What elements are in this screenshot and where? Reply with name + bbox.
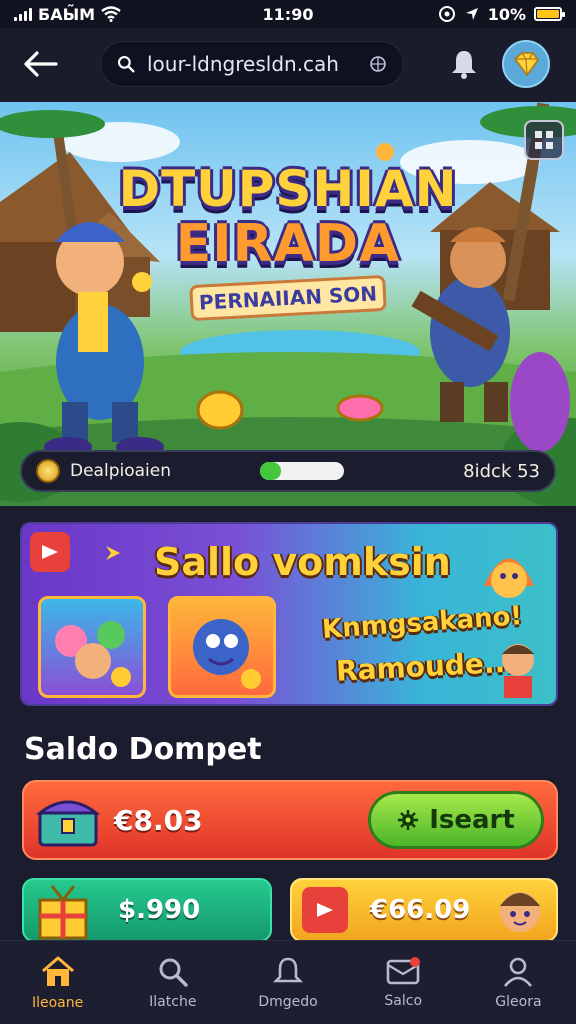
bell-icon [273, 957, 303, 982]
nav-item-search[interactable]: Ilatche [115, 941, 230, 1024]
wallet-card-green-amount: $.990 [118, 895, 201, 925]
globe-icon[interactable] [369, 53, 387, 75]
wallet-card-yellow[interactable]: €66.09 [290, 878, 558, 942]
progress-fill [260, 462, 281, 480]
wallet-main-card[interactable]: €8.03 Iseart [22, 780, 558, 860]
profile-icon [504, 957, 533, 987]
notification-button[interactable] [442, 42, 486, 86]
location-icon [438, 6, 455, 22]
ticket-icon [30, 532, 70, 572]
insert-button[interactable]: Iseart [368, 791, 544, 849]
status-right: 10% [438, 4, 565, 24]
nav-item-label: Ileoane [31, 994, 84, 1011]
search-icon [159, 958, 188, 987]
treasure-chest-icon [36, 800, 100, 847]
carrier-label: БАЫ̃М [38, 4, 96, 24]
insert-button-label: Iseart [429, 805, 515, 835]
ticket-icon [302, 887, 348, 933]
status-bar: БАЫ̃М 11:90 10% [0, 0, 576, 28]
game-title-line2: EIRADA [175, 214, 401, 274]
nav-item-profile[interactable]: Gleora [461, 941, 576, 1024]
kid-character-icon [502, 644, 534, 698]
hero-banner[interactable]: DTUPSHIAN EIRADA PERNAIIAN SON Dealpioai… [0, 102, 576, 506]
nav-item-label: Ilatche [149, 993, 197, 1010]
search-icon [117, 55, 135, 73]
notification-dot [409, 957, 420, 967]
arrow-left-icon [24, 51, 58, 77]
battery-icon [534, 7, 565, 21]
nav-item-notifications[interactable]: Dmgedo [230, 941, 345, 1024]
battery-percent: 10% [487, 4, 526, 24]
progress-track [260, 462, 344, 480]
home-icon [41, 956, 74, 986]
avatar[interactable] [502, 40, 550, 88]
wifi-icon [101, 6, 121, 22]
search-input[interactable] [147, 52, 357, 76]
game-title-line1: DTUPSHIAN [118, 160, 458, 218]
gift-box-icon [38, 885, 88, 940]
search-bar[interactable] [100, 41, 404, 87]
nav-item-label: Salco [384, 992, 423, 1009]
progress-value: 8idck 53 [463, 460, 540, 482]
progress-bar-panel: Dealpioaien 8idck 53 [20, 450, 556, 492]
character-illustration [193, 619, 261, 689]
nav-item-messages[interactable]: Salco [346, 941, 461, 1024]
navigation-arrow-icon [465, 8, 478, 20]
promo-heading: Sallo vomksin [154, 540, 451, 584]
lion-mascot-icon [484, 558, 534, 598]
top-header [0, 28, 576, 100]
gem-icon [513, 52, 539, 77]
wallet-section-title: Saldo Dompet [24, 732, 262, 767]
characters-illustration [55, 621, 131, 687]
sparkle-icon [106, 546, 120, 560]
nav-item-label: Gleora [495, 993, 542, 1010]
wallet-main-amount: €8.03 [114, 803, 203, 837]
gear-icon [398, 810, 419, 830]
wallet-card-green[interactable]: $.990 [22, 878, 272, 942]
fullscreen-button[interactable] [524, 120, 564, 160]
game-thumbnail-2[interactable] [168, 596, 276, 698]
kid-avatar-icon [500, 892, 540, 932]
signal-icon [14, 7, 32, 21]
back-button[interactable] [16, 40, 64, 88]
game-thumbnail-1[interactable] [38, 596, 146, 698]
coin-icon [36, 459, 60, 483]
wallet-card-yellow-amount: €66.09 [370, 895, 471, 925]
promo-banner[interactable]: Sallo vomksin Knmgsakano! Ramoude... [20, 522, 558, 706]
progress-label: Dealpioaien [70, 461, 171, 481]
bottom-navigation: Ileoane Ilatche Dmgedo Salco Gleora [0, 940, 576, 1024]
status-left: БАЫ̃М [14, 5, 121, 24]
nav-item-home[interactable]: Ileoane [0, 941, 115, 1024]
grid-icon [535, 131, 553, 149]
bell-icon [452, 51, 476, 79]
nav-item-label: Dmgedo [258, 993, 318, 1010]
